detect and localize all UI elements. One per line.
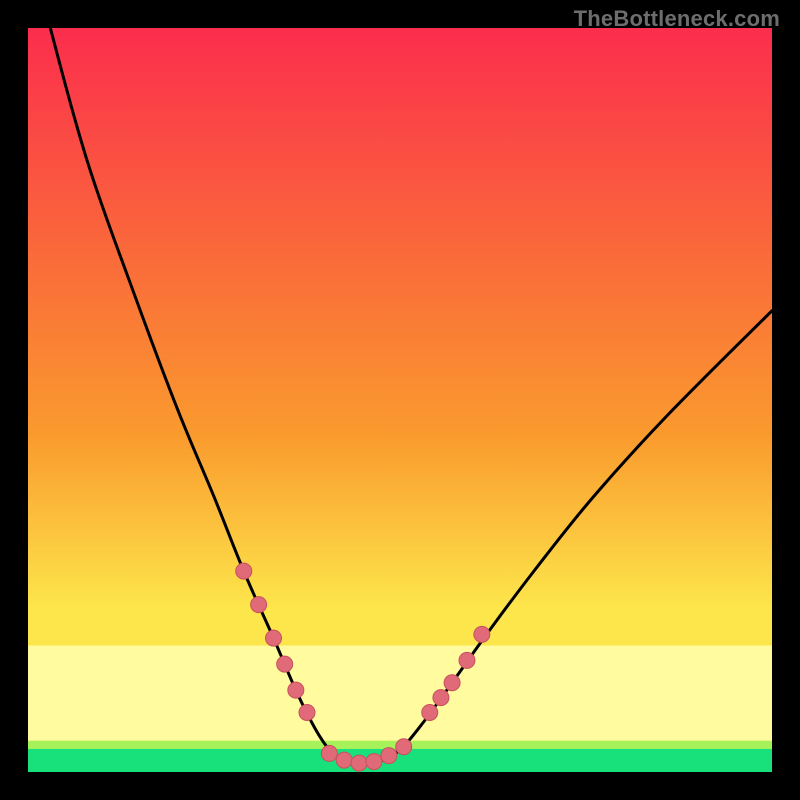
bottleneck-plot [0,0,800,800]
data-marker [251,597,267,613]
data-marker [236,563,252,579]
data-marker [433,690,449,706]
data-marker [351,755,367,771]
data-marker [366,754,382,770]
data-marker [299,704,315,720]
data-marker [266,630,282,646]
data-marker [381,748,397,764]
data-marker [277,656,293,672]
watermark-text: TheBottleneck.com [574,6,780,32]
data-marker [336,752,352,768]
data-marker [422,704,438,720]
data-marker [396,739,412,755]
chart-wrapper: TheBottleneck.com [0,0,800,800]
data-marker [288,682,304,698]
data-marker [474,626,490,642]
cream-band [28,646,772,741]
data-marker [459,652,475,668]
data-marker [444,675,460,691]
data-marker [321,745,337,761]
